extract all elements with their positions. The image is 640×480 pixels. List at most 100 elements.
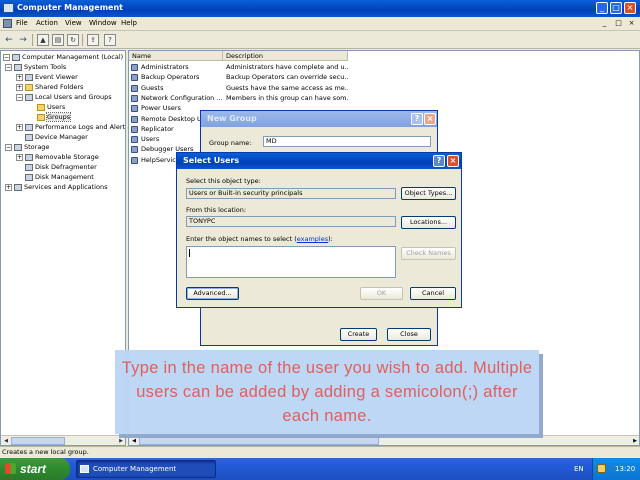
- minimize-button[interactable]: _: [596, 2, 608, 14]
- tree-item-storage[interactable]: − Storage: [5, 142, 49, 152]
- tree-item-disk-management[interactable]: Disk Management: [25, 172, 94, 182]
- column-header-description[interactable]: Description: [223, 51, 348, 61]
- tree-item-disk-defragmenter[interactable]: Disk Defragmenter: [25, 162, 97, 172]
- scrollbar-thumb[interactable]: [139, 437, 379, 445]
- mdi-minimize-button[interactable]: _: [600, 19, 609, 28]
- scroll-right-icon[interactable]: ▶: [631, 437, 639, 445]
- close-button[interactable]: ×: [447, 155, 459, 167]
- storage-icon: [14, 143, 22, 151]
- collapse-icon[interactable]: −: [16, 93, 23, 101]
- help-icon[interactable]: ?: [104, 34, 116, 46]
- toolbar-separator: [32, 34, 33, 46]
- close-dialog-button[interactable]: Close: [387, 328, 431, 341]
- show-hide-tree-icon[interactable]: ▤: [52, 34, 64, 46]
- toolbar-separator: [82, 34, 83, 46]
- tree-item-device-manager[interactable]: Device Manager: [25, 132, 88, 142]
- object-types-button[interactable]: Object Types...: [401, 187, 456, 200]
- refresh-icon[interactable]: ↻: [67, 34, 79, 46]
- taskbar: start Computer Management EN 13:20: [0, 458, 640, 480]
- maximize-button[interactable]: □: [610, 2, 622, 14]
- object-type-field: Users or Built-in security principals: [186, 188, 396, 199]
- start-button[interactable]: start: [0, 458, 70, 480]
- tools-icon: [14, 63, 22, 71]
- close-button[interactable]: ×: [424, 113, 436, 125]
- expand-icon[interactable]: +: [16, 83, 23, 91]
- computer-management-icon: [80, 465, 89, 473]
- group-icon: [131, 105, 138, 113]
- collapse-icon[interactable]: −: [5, 63, 12, 71]
- create-button[interactable]: Create: [340, 328, 377, 341]
- export-list-icon[interactable]: ⇪: [87, 34, 99, 46]
- tree-item-event-viewer[interactable]: + Event Viewer: [16, 72, 78, 82]
- group-name: Backup Operators: [141, 73, 200, 82]
- status-bar: Creates a new local group.: [0, 446, 640, 458]
- new-group-titlebar[interactable]: New Group: [201, 111, 437, 127]
- object-names-input[interactable]: [186, 246, 396, 278]
- tree-root[interactable]: − Computer Management (Local): [3, 52, 123, 62]
- group-description: Backup Operators can override secu...: [226, 73, 348, 82]
- tree-item-shared-folders[interactable]: + Shared Folders: [16, 82, 83, 92]
- defragmenter-icon: [25, 163, 33, 171]
- collapse-icon[interactable]: −: [3, 53, 10, 61]
- clock[interactable]: 13:20: [615, 458, 635, 480]
- group-name: Network Configuration ...: [141, 93, 223, 102]
- tree-item-removable-storage[interactable]: + Removable Storage: [16, 152, 99, 162]
- tree-item-groups[interactable]: Groups: [37, 112, 72, 122]
- expand-icon[interactable]: +: [16, 123, 23, 131]
- group-name-input[interactable]: MD: [263, 136, 431, 147]
- menu-view[interactable]: View: [65, 19, 82, 27]
- menu-bar: File Action View Window Help _ □ ×: [0, 17, 640, 31]
- help-button[interactable]: ?: [433, 155, 445, 167]
- examples-link[interactable]: examples: [297, 235, 328, 243]
- menu-window[interactable]: Window: [89, 19, 117, 27]
- group-icon: [131, 146, 138, 154]
- forward-icon[interactable]: →: [17, 34, 29, 46]
- tree-item-local-users-and-groups[interactable]: − Local Users and Groups: [16, 92, 112, 102]
- scroll-left-icon[interactable]: ◀: [130, 437, 138, 445]
- event-viewer-icon: [25, 73, 33, 81]
- tray-help-icon[interactable]: [597, 464, 606, 473]
- help-button[interactable]: ?: [411, 113, 423, 125]
- scroll-right-icon[interactable]: ▶: [117, 437, 125, 445]
- tree-item-users[interactable]: Users: [37, 102, 65, 112]
- select-users-dialog: Select Users ? × Select this object type…: [176, 152, 462, 308]
- scroll-left-icon[interactable]: ◀: [2, 437, 10, 445]
- group-icon: [131, 115, 138, 123]
- taskbar-button-computer-management[interactable]: Computer Management: [76, 460, 216, 478]
- scrollbar-thumb[interactable]: [11, 437, 65, 445]
- select-users-titlebar[interactable]: Select Users: [177, 153, 461, 169]
- group-icon: [131, 125, 138, 133]
- tree-item-performance-logs[interactable]: + Performance Logs and Alerts: [16, 122, 125, 132]
- menu-action[interactable]: Action: [36, 19, 58, 27]
- back-icon[interactable]: ←: [3, 34, 15, 46]
- mdi-close-button[interactable]: ×: [627, 19, 636, 28]
- check-names-button[interactable]: Check Names: [401, 247, 456, 260]
- expand-icon[interactable]: +: [16, 73, 23, 81]
- windows-logo-icon: [5, 463, 16, 474]
- mdi-restore-button[interactable]: □: [614, 19, 623, 28]
- language-indicator[interactable]: EN: [574, 458, 584, 480]
- object-type-label: Select this object type:: [186, 177, 261, 185]
- up-one-level-icon[interactable]: ▲: [37, 34, 49, 46]
- list-horizontal-scrollbar[interactable]: ◀ ▶: [129, 435, 639, 445]
- ok-button[interactable]: OK: [360, 287, 403, 300]
- group-icon: [131, 64, 138, 71]
- expand-icon[interactable]: +: [16, 153, 23, 161]
- collapse-icon[interactable]: −: [5, 143, 12, 151]
- tree-item-services-and-applications[interactable]: + Services and Applications: [5, 182, 107, 192]
- group-icon: [131, 84, 138, 92]
- mmc-system-menu-icon[interactable]: [3, 19, 12, 28]
- expand-icon[interactable]: +: [5, 183, 12, 191]
- menu-help[interactable]: Help: [121, 19, 137, 27]
- location-field: TONYPC: [186, 216, 396, 227]
- window-titlebar[interactable]: Computer Management _ □ ×: [0, 0, 640, 17]
- menu-file[interactable]: File: [16, 19, 28, 27]
- cancel-button[interactable]: Cancel: [410, 287, 456, 300]
- advanced-button[interactable]: Advanced...: [186, 287, 239, 300]
- tree-horizontal-scrollbar[interactable]: ◀ ▶: [1, 435, 125, 445]
- close-button[interactable]: ×: [624, 2, 636, 14]
- column-header-name[interactable]: Name: [129, 51, 223, 61]
- tree-item-system-tools[interactable]: − System Tools: [5, 62, 66, 72]
- locations-button[interactable]: Locations...: [401, 216, 456, 229]
- users-groups-icon: [25, 93, 33, 101]
